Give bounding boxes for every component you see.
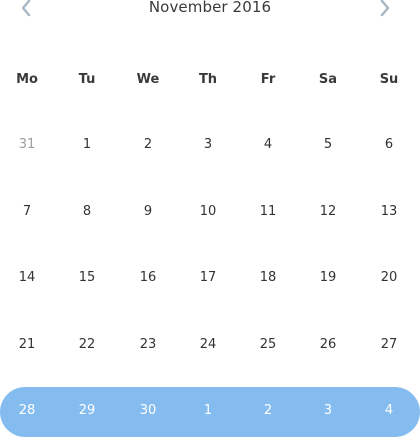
selected-week-row[interactable]: 28 29 30 1 2 3 4 [0, 387, 420, 437]
day-cell[interactable]: 3 [183, 137, 233, 152]
day-cell[interactable]: 5 [303, 137, 353, 152]
day-cell[interactable]: 19 [303, 270, 353, 285]
weekday-label: We [136, 72, 160, 87]
next-month-button[interactable] [373, 0, 397, 21]
day-cell[interactable]: 30 [123, 403, 173, 418]
day-cell[interactable]: 8 [62, 204, 112, 219]
calendar-week-row: 31 1 2 3 4 5 6 [0, 121, 420, 171]
day-cell[interactable]: 14 [2, 270, 52, 285]
day-cell[interactable]: 12 [303, 204, 353, 219]
weekday-label: Tu [78, 72, 96, 87]
day-cell[interactable]: 27 [364, 337, 414, 352]
chevron-right-icon [380, 0, 390, 17]
weekday-label: Su [379, 72, 399, 87]
day-cell[interactable]: 3 [303, 403, 353, 418]
day-cell[interactable]: 21 [2, 337, 52, 352]
weekday-label: Mo [16, 72, 38, 87]
calendar-week-row: 7 8 9 10 11 12 13 [0, 188, 420, 238]
day-cell[interactable]: 1 [183, 403, 233, 418]
weekday-label: Th [198, 72, 218, 87]
calendar: November 2016 Mo Tu We Th Fr Sa Su 31 1 … [0, 0, 420, 437]
day-cell[interactable]: 18 [243, 270, 293, 285]
day-cell[interactable]: 2 [123, 137, 173, 152]
day-cell[interactable]: 16 [123, 270, 173, 285]
day-cell[interactable]: 22 [62, 337, 112, 352]
day-cell[interactable]: 28 [2, 403, 52, 418]
day-cell[interactable]: 4 [243, 137, 293, 152]
weekday-header: Mo Tu We Th Fr Sa Su [0, 70, 420, 90]
day-cell[interactable]: 20 [364, 270, 414, 285]
calendar-week-row: 14 15 16 17 18 19 20 [0, 254, 420, 304]
calendar-header: November 2016 [0, 0, 420, 20]
day-cell[interactable]: 15 [62, 270, 112, 285]
day-cell[interactable]: 31 [2, 137, 52, 152]
weekday-label: Sa [318, 72, 338, 87]
day-cell[interactable]: 26 [303, 337, 353, 352]
weekday-label: Fr [260, 72, 276, 87]
day-cell[interactable]: 2 [243, 403, 293, 418]
day-cell[interactable]: 13 [364, 204, 414, 219]
day-cell[interactable]: 23 [123, 337, 173, 352]
day-cell[interactable]: 9 [123, 204, 173, 219]
day-cell[interactable]: 25 [243, 337, 293, 352]
day-cell[interactable]: 24 [183, 337, 233, 352]
calendar-week-row: 21 22 23 24 25 26 27 [0, 321, 420, 371]
day-cell[interactable]: 29 [62, 403, 112, 418]
day-cell[interactable]: 4 [364, 403, 414, 418]
day-cell[interactable]: 6 [364, 137, 414, 152]
day-cell[interactable]: 1 [62, 137, 112, 152]
day-cell[interactable]: 7 [2, 204, 52, 219]
day-cell[interactable]: 10 [183, 204, 233, 219]
day-cell[interactable]: 11 [243, 204, 293, 219]
month-title: November 2016 [148, 0, 272, 16]
day-cell[interactable]: 17 [183, 270, 233, 285]
